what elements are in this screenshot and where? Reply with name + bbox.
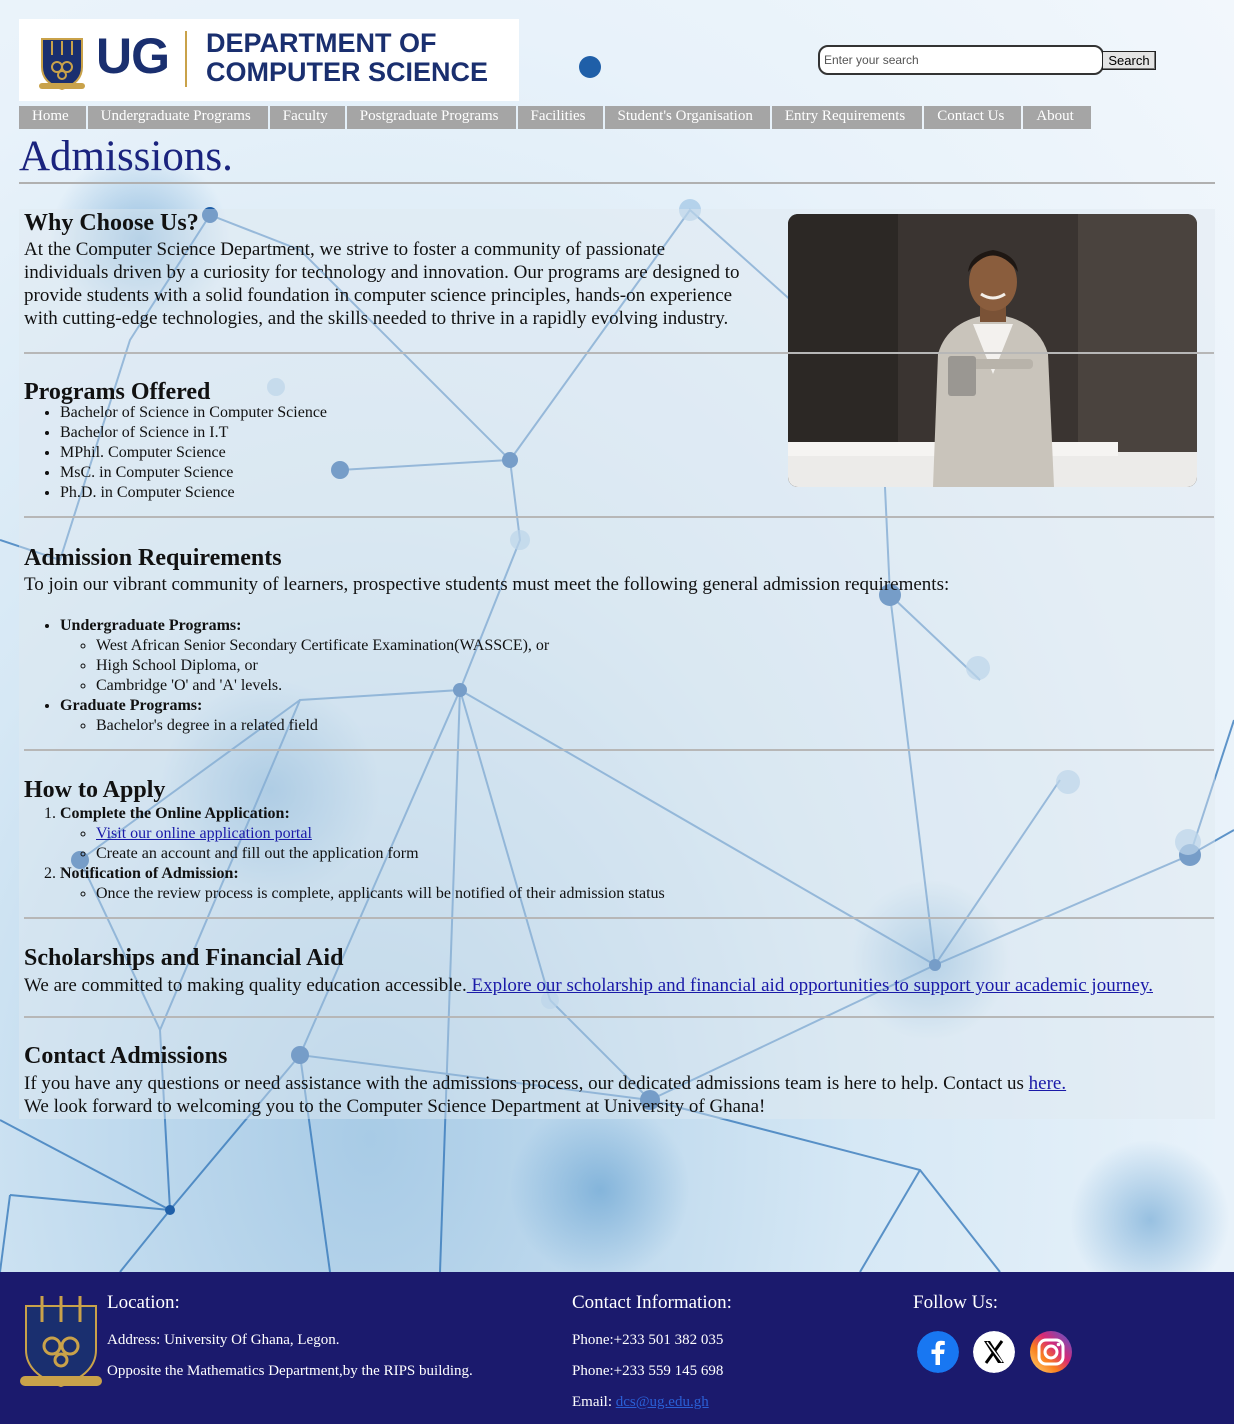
list-item: MPhil. Computer Science (60, 443, 327, 463)
grad-label: Graduate Programs: (60, 697, 203, 714)
programs-list: Bachelor of Science in Computer Science … (24, 403, 327, 503)
undergrad-requirements: West African Senior Secondary Certificat… (60, 636, 549, 696)
follow-us-heading: Follow Us: (913, 1292, 998, 1313)
scholarships-heading: Scholarships and Financial Aid (24, 945, 344, 971)
admission-requirements-heading: Admission Requirements (24, 545, 282, 571)
how-to-apply-heading: How to Apply (24, 777, 166, 803)
contact-admissions-heading: Contact Admissions (24, 1043, 228, 1069)
address-line-1: Address: University Of Ghana, Legon. (107, 1332, 340, 1348)
location-heading: Location: (107, 1292, 180, 1313)
nav-undergraduate-programs[interactable]: Undergraduate Programs (87, 106, 268, 129)
email-label: Email: (572, 1394, 612, 1410)
nav-students-organisation[interactable]: Student's Organisation (604, 106, 770, 129)
student-photo (788, 214, 1197, 487)
list-item: Bachelor's degree in a related field (96, 716, 549, 736)
list-item: Ph.D. in Computer Science (60, 483, 327, 503)
apply-steps: Complete the Online Application: Visit o… (24, 804, 665, 904)
nav-about[interactable]: About (1023, 106, 1091, 129)
why-line-2: individuals driven by a curiosity for te… (24, 262, 740, 283)
main-nav: Home Undergraduate Programs Faculty Post… (19, 106, 1093, 129)
facebook-icon[interactable] (917, 1331, 959, 1373)
application-portal-link[interactable]: Visit our online application portal (96, 825, 312, 842)
step-1-details: Visit our online application portal Crea… (60, 824, 665, 864)
contact-info-heading: Contact Information: (572, 1292, 732, 1313)
section-divider (24, 516, 1214, 518)
undergrad-label: Undergraduate Programs: (60, 617, 242, 634)
nav-contact-us[interactable]: Contact Us (924, 106, 1022, 129)
scholarships-text: We are committed to making quality educa… (24, 974, 1153, 997)
list-item: Undergraduate Programs: West African Sen… (60, 616, 549, 696)
list-item: Create an account and fill out the appli… (96, 844, 665, 864)
contact-admissions-text: If you have any questions or need assist… (24, 1072, 1066, 1118)
list-item: Bachelor of Science in I.T (60, 423, 327, 443)
why-choose-us-text: At the Computer Science Department, we s… (24, 238, 740, 330)
section-divider (24, 749, 1214, 751)
requirements-list: Undergraduate Programs: West African Sen… (24, 616, 549, 736)
nav-faculty[interactable]: Faculty (269, 106, 345, 129)
logo-line-2: COMPUTER SCIENCE (206, 57, 489, 87)
x-icon[interactable] (973, 1331, 1015, 1373)
programs-offered-heading: Programs Offered (24, 379, 211, 405)
list-item: Bachelor of Science in Computer Science (60, 403, 327, 423)
nav-postgraduate-programs[interactable]: Postgraduate Programs (346, 106, 516, 129)
footer: Location: Address: University Of Ghana, … (0, 1272, 1234, 1424)
phone-1: Phone:+233 501 382 035 (572, 1332, 724, 1348)
list-item: Cambridge 'O' and 'A' levels. (96, 676, 549, 696)
list-item: Notification of Admission: Once the revi… (60, 864, 665, 904)
requirements-intro: To join our vibrant community of learner… (24, 574, 950, 595)
step-1-label: Complete the Online Application: (60, 805, 290, 822)
ug-crest-icon (20, 1296, 102, 1388)
contact-statement: If you have any questions or need assist… (24, 1073, 1029, 1094)
why-line-1: At the Computer Science Department, we s… (24, 239, 666, 260)
nav-entry-requirements[interactable]: Entry Requirements (771, 106, 923, 129)
list-item: MsC. in Computer Science (60, 463, 327, 483)
section-divider (24, 917, 1214, 919)
contact-here-link[interactable]: here. (1029, 1073, 1066, 1094)
grad-requirements: Bachelor's degree in a related field (60, 716, 549, 736)
logo-initials: UG (96, 28, 170, 84)
department-logo[interactable]: UG DEPARTMENT OF COMPUTER SCIENCE (19, 19, 519, 101)
logo-divider (185, 31, 187, 87)
search-button[interactable]: Search (1102, 51, 1156, 70)
why-line-3: provide students with a solid foundation… (24, 285, 733, 306)
closing-line: We look forward to welcoming you to the … (24, 1096, 766, 1117)
list-item: Complete the Online Application: Visit o… (60, 804, 665, 864)
list-item: Once the review process is complete, app… (96, 884, 665, 904)
why-line-4: with cutting-edge technologies, and the … (24, 308, 729, 329)
list-item: High School Diploma, or (96, 656, 549, 676)
section-divider (24, 1016, 1214, 1018)
list-item: Visit our online application portal (96, 824, 665, 844)
email-link[interactable]: dcs@ug.edu.gh (616, 1394, 709, 1410)
ug-crest-icon (39, 38, 85, 91)
address-line-2: Opposite the Mathematics Department,by t… (107, 1363, 473, 1379)
why-choose-us-heading: Why Choose Us? (24, 210, 199, 236)
phone-2: Phone:+233 559 145 698 (572, 1363, 724, 1379)
section-divider (24, 352, 1214, 354)
logo-line-1: DEPARTMENT OF (206, 28, 437, 58)
contact-line: If you have any questions or need assist… (24, 1072, 1066, 1095)
scholarships-statement: We are committed to making quality educa… (24, 975, 467, 996)
title-divider (19, 182, 1215, 184)
page-title: Admissions. (19, 133, 233, 180)
logo-department-name: DEPARTMENT OF COMPUTER SCIENCE (206, 29, 488, 87)
email-line: Email: dcs@ug.edu.gh (572, 1394, 709, 1411)
scholarships-link[interactable]: Explore our scholarship and financial ai… (467, 975, 1153, 996)
list-item: West African Senior Secondary Certificat… (96, 636, 549, 656)
nav-facilities[interactable]: Facilities (517, 106, 603, 129)
instagram-icon[interactable] (1030, 1331, 1072, 1373)
list-item: Graduate Programs: Bachelor's degree in … (60, 696, 549, 736)
search-input[interactable] (818, 45, 1104, 75)
nav-home[interactable]: Home (19, 106, 86, 129)
step-2-label: Notification of Admission: (60, 865, 239, 882)
step-2-details: Once the review process is complete, app… (60, 884, 665, 904)
